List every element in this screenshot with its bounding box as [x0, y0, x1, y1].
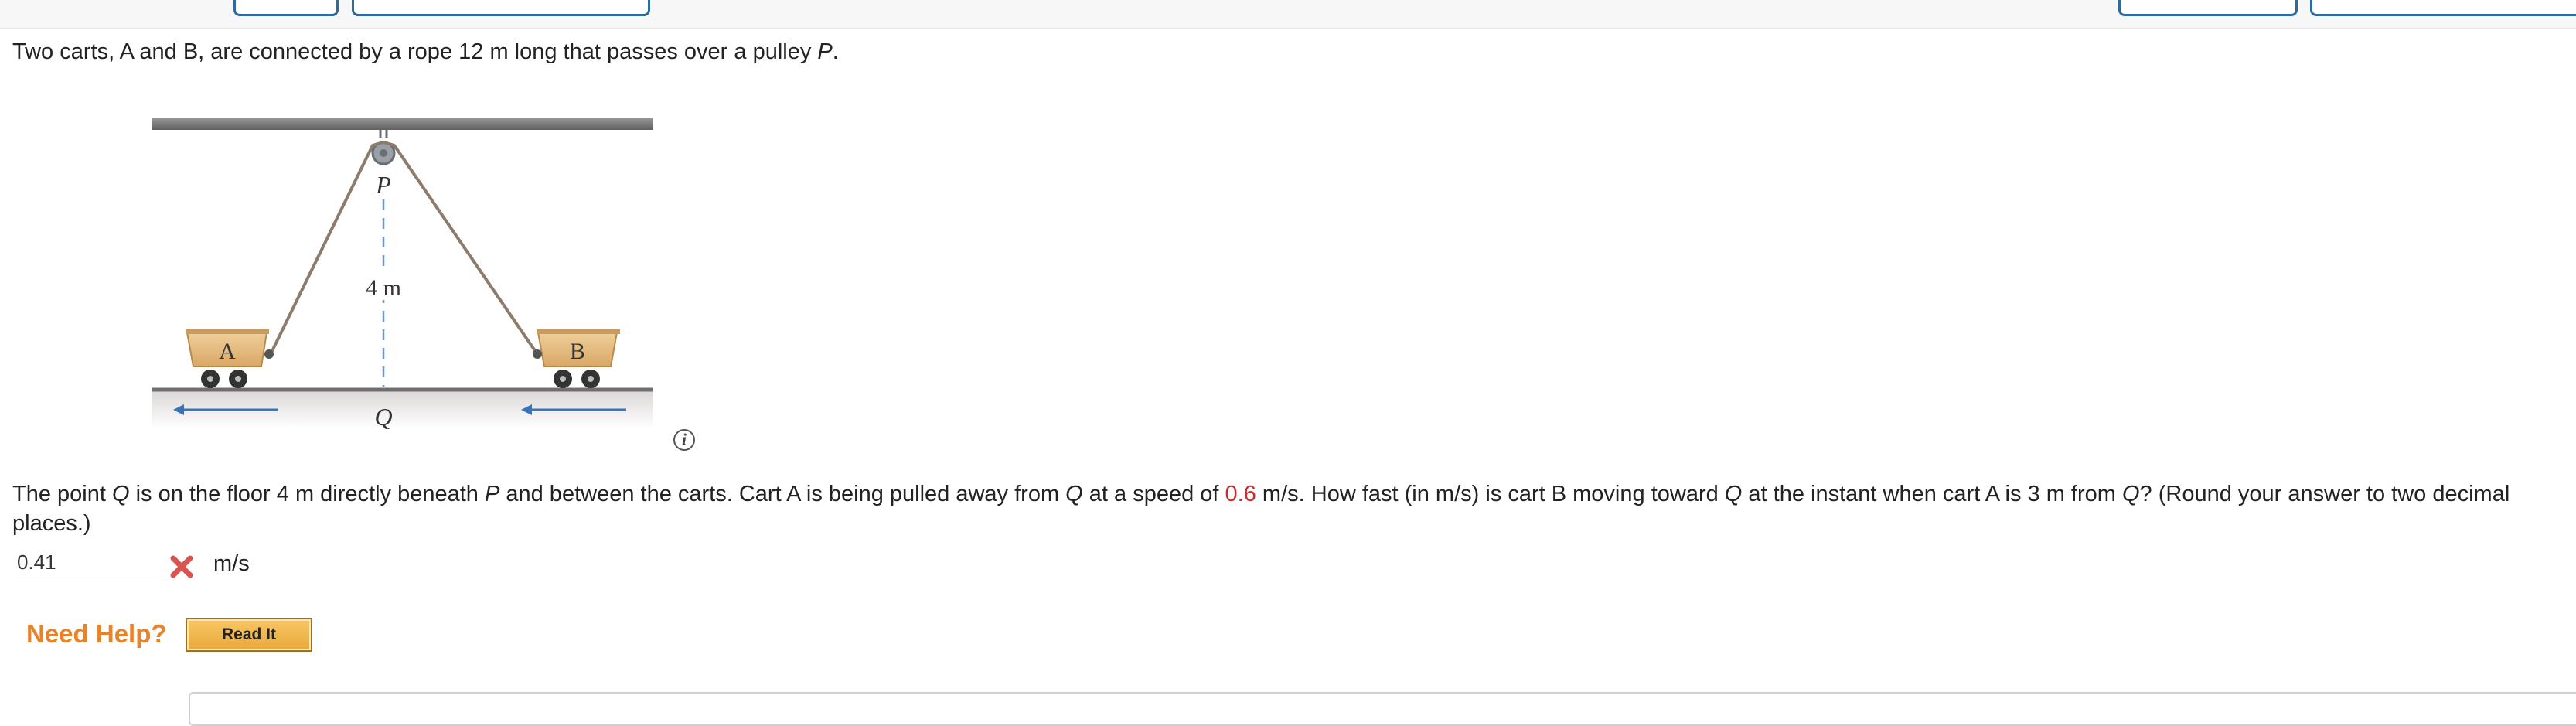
- intro-pulley-label: P: [817, 39, 833, 64]
- cart-b-label: B: [570, 339, 585, 364]
- problem-intro: Two carts, A and B, are connected by a r…: [12, 37, 839, 66]
- incorrect-x-icon: [170, 555, 193, 578]
- question-part: at a speed of: [1082, 482, 1225, 506]
- question-part: m/s. How fast (in m/s) is cart B moving …: [1256, 482, 1725, 506]
- cart-a-label: A: [219, 339, 236, 364]
- toolbar-button-2[interactable]: [352, 0, 650, 16]
- intro-text: Two carts, A and B, are connected by a r…: [12, 39, 812, 64]
- pulley-bracket: [379, 130, 388, 138]
- intro-suffix: .: [832, 39, 839, 64]
- toolbar-button-4[interactable]: [2310, 0, 2576, 16]
- read-it-button[interactable]: Read It: [186, 618, 312, 652]
- info-icon[interactable]: i: [673, 429, 695, 451]
- need-help-label: Need Help?: [26, 619, 167, 648]
- question-part: The point: [12, 482, 112, 506]
- floor: [152, 388, 653, 428]
- point-q: Q: [1065, 482, 1083, 506]
- answer-unit: m/s: [213, 551, 250, 576]
- question-part: at the instant when cart A is 3 m from: [1742, 482, 2122, 506]
- next-section-box: [189, 692, 2576, 726]
- rope: [269, 140, 539, 356]
- answer-input[interactable]: [12, 547, 159, 578]
- point-q: Q: [111, 482, 130, 506]
- question-part: and between the carts. Cart A is being p…: [499, 482, 1066, 506]
- cart-a: A: [186, 329, 274, 388]
- point-p: P: [484, 482, 500, 506]
- height-label: 4 m: [366, 275, 401, 301]
- toolbar-button-1[interactable]: [233, 0, 339, 16]
- top-toolbar: [0, 0, 2576, 29]
- question-part: is on the floor 4 m directly beneath: [129, 482, 485, 506]
- ceiling-bar: [152, 118, 653, 130]
- pulley-label: P: [375, 171, 391, 199]
- point-q-label: Q: [374, 403, 392, 431]
- point-q: Q: [1724, 482, 1743, 506]
- point-q: Q: [2121, 482, 2140, 506]
- toolbar-button-3[interactable]: [2118, 0, 2298, 16]
- pulley-diagram: 4 m P Q A B: [147, 108, 665, 441]
- cart-b: B: [533, 329, 620, 388]
- pulley-diagram-svg: 4 m P Q A B: [152, 118, 653, 431]
- question-text: The point Q is on the floor 4 m directly…: [12, 479, 2556, 538]
- speed-value: 0.6: [1225, 482, 1256, 506]
